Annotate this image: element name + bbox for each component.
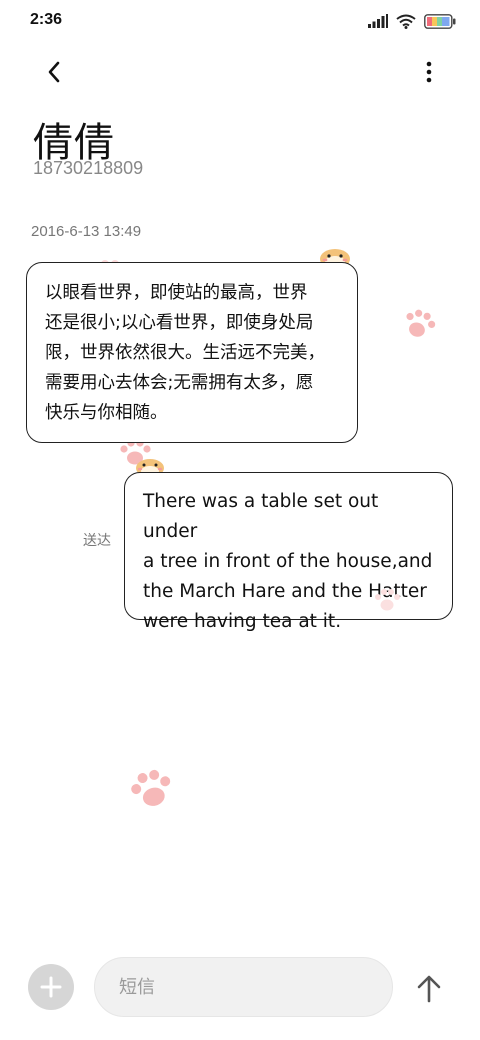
paw-print-icon bbox=[131, 769, 171, 806]
send-button[interactable] bbox=[410, 968, 448, 1008]
message-input[interactable] bbox=[94, 957, 393, 1017]
top-bar bbox=[0, 48, 480, 92]
chevron-left-icon bbox=[48, 61, 60, 83]
message-timestamp: 2016-6-13 13:49 bbox=[31, 223, 142, 240]
incoming-message-text: 以眼看世界，即使站的最高，世界 还是很小;以心看世界，即使身处局 限，世界依然很… bbox=[45, 283, 325, 423]
battery-icon bbox=[424, 13, 456, 29]
more-options-button[interactable] bbox=[414, 52, 444, 92]
status-bar: 2:36 bbox=[0, 0, 480, 42]
arrow-up-icon bbox=[417, 975, 441, 1003]
attach-button[interactable] bbox=[28, 964, 74, 1010]
contact-number: 18730218809 bbox=[33, 158, 144, 178]
back-button[interactable] bbox=[34, 52, 74, 92]
more-vertical-icon bbox=[426, 61, 432, 83]
incoming-message-bubble[interactable]: 以眼看世界，即使站的最高，世界 还是很小;以心看世界，即使身处局 限，世界依然很… bbox=[26, 262, 358, 443]
signal-icon bbox=[368, 14, 388, 28]
paw-print-icon bbox=[375, 589, 400, 611]
outgoing-message-bubble[interactable]: There was a table set out under a tree i… bbox=[124, 472, 453, 632]
outgoing-message-text: There was a table set out under a tree i… bbox=[143, 491, 433, 632]
status-time: 2:36 bbox=[30, 11, 63, 28]
compose-bar bbox=[0, 950, 480, 1030]
paw-print-icon bbox=[406, 309, 436, 337]
plus-icon bbox=[40, 976, 62, 998]
status-icons bbox=[368, 12, 456, 30]
wifi-icon bbox=[396, 14, 416, 29]
delivery-status: 送达 bbox=[83, 533, 111, 549]
